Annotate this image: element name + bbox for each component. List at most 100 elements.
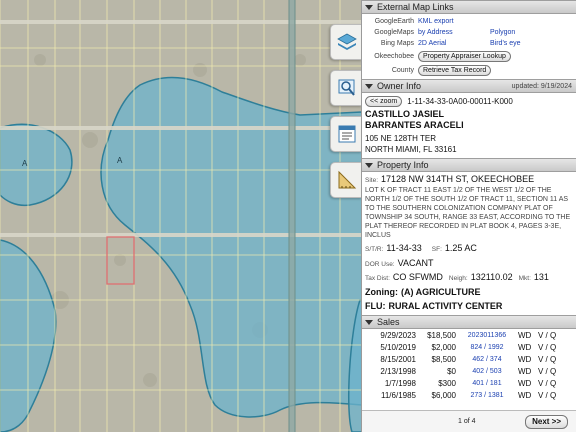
page-indicator: 1 of 4 [458,418,476,425]
sale-price: $8,500 [431,354,456,364]
site-label: Site: [365,177,379,184]
sale-price: $6,000 [431,390,456,400]
sale-date: 1/7/1998 [384,378,416,388]
owner-info-header[interactable]: Owner Info updated: 9/19/2024 [362,79,576,93]
zoom-button[interactable]: << zoom [365,95,403,107]
mkt-label: Mkt: [518,275,531,282]
str-label: S/T/R: [365,246,384,253]
section-title: Sales [377,317,400,327]
vq-code: V / Q [538,354,557,364]
vq-code: V / Q [538,330,557,340]
owner-address-line: NORTH MIAMI, FL 33161 [365,145,457,154]
link-label: GoogleEarth [374,18,414,25]
external-link-row: GoogleMaps by Address Polygon [362,27,576,38]
sale-price: $0 [447,366,456,376]
site-address: 17128 NW 314TH ST, OKEECHOBEE [381,174,535,184]
book-page-link[interactable]: 273 / 1381 [458,389,516,401]
collapse-triangle-icon [365,83,373,89]
google-by-address-link[interactable]: by Address [418,29,490,36]
sale-date: 11/6/1985 [381,390,416,400]
retrieve-tax-record-button[interactable]: Retrieve Tax Record [418,64,492,76]
link-label: Bing Maps [380,40,414,47]
report-icon [338,125,355,143]
map-canvas[interactable]: A A [0,0,362,432]
deed-type: WD [518,378,532,388]
sale-date: 8/15/2001 [380,354,416,364]
vq-code: V / Q [538,390,557,400]
collapse-triangle-icon [365,162,373,168]
vq-code: V / Q [538,342,557,352]
measure-button[interactable] [330,162,362,198]
flu-value: RURAL ACTIVITY CENTER [388,301,503,311]
owner-name: CASTILLO JASIEL [365,109,445,119]
search-icon [338,79,355,96]
zoning-value: (A) AGRICULTURE [401,287,481,297]
flood-zone-label: A [117,156,123,165]
book-page-link[interactable]: 401 / 181 [458,377,516,389]
table-row: 2/13/1998 $0 402 / 503 WD V / Q [362,365,576,377]
external-link-row: GoogleEarth KML export [362,16,576,27]
link-label: County [391,66,414,74]
parcel-id: 1-11-34-33-0A00-00011-K000 [407,96,513,106]
parcel-info-panel: External Map Links GoogleEarth KML expor… [361,0,576,432]
owner-address-line: 105 NE 128TH TER [365,134,436,143]
book-page-link[interactable]: 824 / 1992 [458,341,516,353]
legal-description: LOT K OF TRACT 11 EAST 1/2 OF THE WEST 1… [365,187,571,239]
updated-date: updated: 9/19/2024 [511,82,572,90]
book-page-link[interactable]: 402 / 503 [458,365,516,377]
bing-birds-eye-link[interactable]: Bird's eye [490,40,521,47]
table-row: 9/29/2023 $18,500 2023011366 WD V / Q [362,329,576,341]
owner-name: BARRANTES ARACELI [365,120,464,130]
external-link-row: Okeechobee Property Appraiser Lookup [362,49,576,63]
tax-dist-label: Tax Dist: [365,275,390,282]
flu-label: FLU: [365,301,386,311]
sale-price: $300 [438,378,456,388]
sale-price: $2,000 [431,342,456,352]
collapse-triangle-icon [365,319,373,325]
dor-label: DOR Use: [365,261,395,268]
section-title: Owner Info [377,81,422,91]
vq-code: V / Q [538,378,557,388]
google-polygon-link[interactable]: Polygon [490,29,515,36]
property-appraiser-lookup-button[interactable]: Property Appraiser Lookup [418,50,511,62]
sales-table: 9/29/2023 $18,500 2023011366 WD V / Q 5/… [362,329,576,401]
external-links-header[interactable]: External Map Links [362,0,576,14]
book-page-link[interactable]: 462 / 374 [458,353,516,365]
section-title: Property Info [377,160,429,170]
report-button[interactable] [330,116,362,152]
sale-date: 5/10/2019 [380,342,416,352]
external-link-row: County Retrieve Tax Record [362,63,576,77]
neigh-value: 132110.02 [470,272,513,282]
layers-button[interactable] [330,24,362,60]
str-value: 11-34-33 [386,243,422,253]
deed-type: WD [518,354,532,364]
flood-zone-label: A [22,159,28,168]
table-row: 11/6/1985 $6,000 273 / 1381 WD V / Q [362,389,576,401]
layers-icon [336,33,357,50]
vq-code: V / Q [538,366,557,376]
property-info-header[interactable]: Property Info [362,158,576,172]
sf-label: SF: [431,246,442,253]
sale-date: 9/29/2023 [380,330,416,340]
table-row: 1/7/1998 $300 401 / 181 WD V / Q [362,377,576,389]
link-label: Okeechobee [374,52,414,60]
bing-2d-aerial-link[interactable]: 2D Aerial [418,40,490,47]
table-row: 8/15/2001 $8,500 462 / 374 WD V / Q [362,353,576,365]
neigh-label: Neigh: [448,275,468,282]
map-view[interactable]: A A [0,0,362,432]
collapse-triangle-icon [365,4,373,10]
sales-header[interactable]: Sales [362,315,576,329]
search-button[interactable] [330,70,362,106]
deed-type: WD [518,330,532,340]
book-page-link[interactable]: 2023011366 [458,329,516,341]
kml-export-link[interactable]: KML export [418,18,490,25]
mkt-value: 131 [533,272,549,282]
deed-type: WD [518,342,532,352]
table-row: 5/10/2019 $2,000 824 / 1992 WD V / Q [362,341,576,353]
sf-value: 1.25 AC [444,243,477,253]
link-label: GoogleMaps [374,29,414,36]
measure-icon [338,170,356,189]
tax-dist-value: CO SFWMD [392,272,443,282]
next-button[interactable]: Next >> [525,414,568,429]
deed-type: WD [518,366,532,376]
